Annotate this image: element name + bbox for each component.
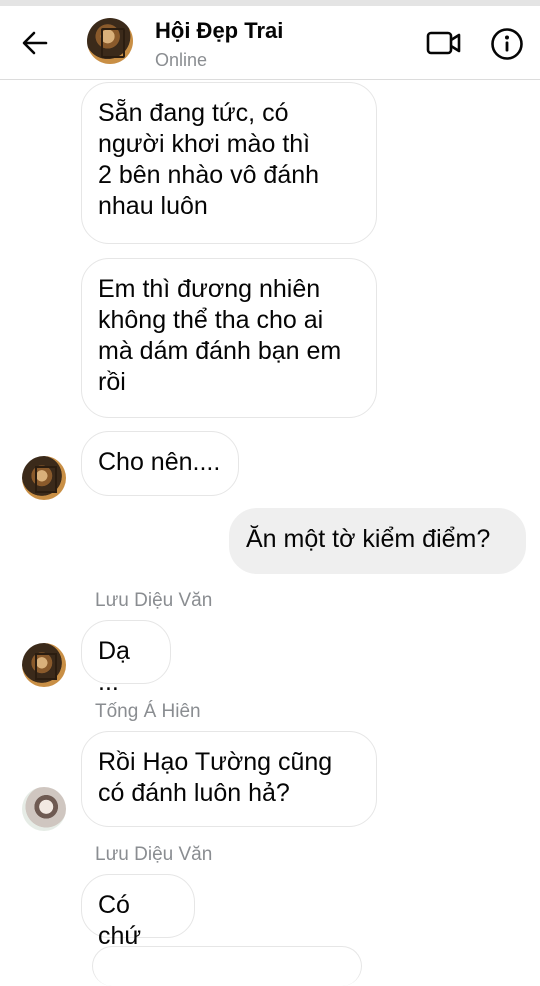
message-bubble[interactable]: Có chứ (81, 874, 195, 950)
message-bubble[interactable]: Dạ ... (81, 620, 171, 696)
sender-name: Lưu Diệu Văn (95, 844, 213, 865)
message-bubble[interactable]: Sẵn đang tức, có người khơi mào thì 2 bê… (81, 82, 377, 244)
message-bubble[interactable]: Em thì đương nhiên không thể tha cho ai … (81, 258, 377, 418)
sender-avatar[interactable] (22, 787, 66, 831)
group-avatar[interactable] (87, 18, 133, 64)
sender-name: Tống Á Hiên (95, 701, 201, 722)
video-call-icon[interactable] (426, 30, 462, 56)
online-status: Online (155, 50, 208, 70)
info-icon[interactable] (490, 27, 524, 61)
sender-name: Lưu Diệu Văn (95, 590, 213, 611)
sender-avatar[interactable] (22, 643, 66, 687)
message-bubble[interactable]: Cho nên.... (81, 431, 239, 496)
own-message-bubble[interactable]: Ăn một tờ kiểm điểm? (229, 508, 526, 574)
back-arrow-icon[interactable] (20, 28, 50, 58)
message-bubble[interactable]: Rồi Hạo Tường cũng có đánh luôn hả? (81, 731, 377, 827)
chat-title[interactable]: Hội Đẹp Trai (155, 18, 283, 44)
sender-avatar[interactable] (22, 456, 66, 500)
chat-header: Hội Đẹp Trai Online (0, 6, 540, 80)
partial-message-bubble[interactable] (92, 946, 362, 986)
